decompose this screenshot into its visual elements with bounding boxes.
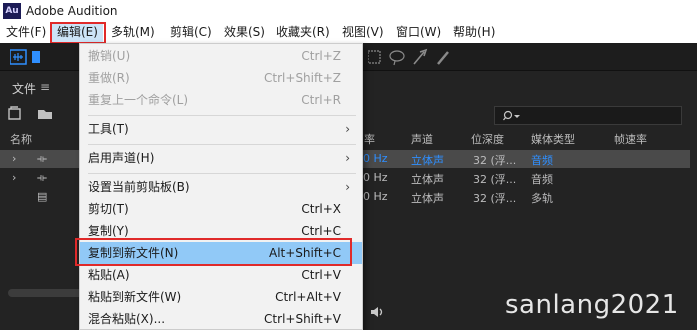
col-header-bitdepth[interactable]: 位深度 bbox=[471, 131, 504, 147]
app-title: Adobe Audition bbox=[26, 4, 118, 18]
menu-separator bbox=[88, 173, 356, 174]
audio-file-icon: ⟛ bbox=[37, 171, 47, 184]
menu-item-paste[interactable]: 粘贴(A) Ctrl+V bbox=[80, 264, 362, 286]
menu-help[interactable]: 帮助(H) bbox=[453, 22, 495, 43]
edit-menu-highlight-box bbox=[50, 22, 106, 44]
menu-separator bbox=[88, 144, 356, 145]
cell-media: 音频 bbox=[531, 154, 553, 167]
selection-tools-icons[interactable] bbox=[368, 48, 458, 66]
menu-favorites[interactable]: 收藏夹(R) bbox=[276, 22, 330, 43]
submenu-arrow-icon: › bbox=[345, 122, 350, 136]
volume-icon[interactable] bbox=[370, 305, 386, 319]
menu-item-tools[interactable]: 工具(T) › bbox=[80, 118, 362, 140]
title-bar: Au Adobe Audition bbox=[0, 0, 697, 22]
menu-effects[interactable]: 效果(S) bbox=[224, 22, 265, 43]
menu-item-cut[interactable]: 剪切(T) Ctrl+X bbox=[80, 198, 362, 220]
menu-item-repeat-last[interactable]: 重复上一个命令(L) Ctrl+R bbox=[80, 89, 362, 111]
cell-rate: 0 Hz bbox=[363, 171, 388, 184]
cell-bitdepth: 32 (浮... bbox=[473, 173, 517, 186]
menu-item-undo[interactable]: 撤销(U) Ctrl+Z bbox=[80, 45, 362, 67]
menu-multitrack[interactable]: 多轨(M) bbox=[111, 22, 155, 43]
cell-media: 多轨 bbox=[531, 192, 553, 205]
search-input[interactable] bbox=[494, 106, 682, 125]
menu-separator bbox=[88, 115, 356, 116]
menu-window[interactable]: 窗口(W) bbox=[396, 22, 441, 43]
expand-chevron-icon[interactable]: › bbox=[12, 152, 16, 165]
cell-bitdepth: 32 (浮... bbox=[473, 192, 517, 205]
cell-rate: 0 Hz bbox=[363, 152, 388, 165]
expand-chevron-icon[interactable]: › bbox=[12, 171, 16, 184]
cell-channels: 立体声 bbox=[411, 173, 444, 186]
edit-dropdown-menu: 撤销(U) Ctrl+Z 重做(R) Ctrl+Shift+Z 重复上一个命令(… bbox=[79, 43, 363, 330]
multitrack-file-icon: ▤ bbox=[37, 190, 48, 203]
menu-file[interactable]: 文件(F) bbox=[6, 22, 46, 43]
copy-to-new-highlight-box bbox=[75, 238, 352, 266]
panel-toolbar-icons[interactable] bbox=[8, 106, 78, 122]
menu-item-paste-to-new[interactable]: 粘贴到新文件(W) Ctrl+Alt+V bbox=[80, 286, 362, 308]
col-header-media-type[interactable]: 媒体类型 bbox=[531, 131, 575, 147]
cell-rate: 0 Hz bbox=[363, 190, 388, 203]
audition-logo-icon: Au bbox=[3, 3, 21, 19]
cell-channels: 立体声 bbox=[411, 192, 444, 205]
search-icon bbox=[503, 110, 520, 121]
col-header-rate[interactable]: 率 bbox=[364, 131, 375, 147]
cell-media: 音频 bbox=[531, 173, 553, 186]
menu-item-enable-channels[interactable]: 启用声道(H) › bbox=[80, 147, 362, 169]
waveform-view-button[interactable] bbox=[10, 49, 70, 65]
menu-item-redo[interactable]: 重做(R) Ctrl+Shift+Z bbox=[80, 67, 362, 89]
submenu-arrow-icon: › bbox=[345, 180, 350, 194]
menu-item-set-clipboard[interactable]: 设置当前剪贴板(B) › bbox=[80, 176, 362, 198]
menu-item-mix-paste[interactable]: 混合粘贴(X)... Ctrl+Shift+V bbox=[80, 308, 362, 330]
watermark-text: sanlang2021 bbox=[505, 290, 679, 320]
menu-view[interactable]: 视图(V) bbox=[342, 22, 384, 43]
col-header-channels[interactable]: 声道 bbox=[411, 131, 433, 147]
col-header-frame-rate[interactable]: 帧速率 bbox=[614, 131, 647, 147]
cell-bitdepth: 32 (浮... bbox=[473, 154, 517, 167]
files-panel-tab[interactable]: 文件 bbox=[12, 80, 36, 97]
cell-channels: 立体声 bbox=[411, 154, 444, 167]
submenu-arrow-icon: › bbox=[345, 151, 350, 165]
menu-clip[interactable]: 剪辑(C) bbox=[170, 22, 212, 43]
col-header-name[interactable]: 名称 bbox=[10, 131, 32, 147]
audio-file-icon: ⟛ bbox=[37, 152, 47, 165]
panel-menu-icon[interactable]: ≡ bbox=[40, 80, 50, 94]
